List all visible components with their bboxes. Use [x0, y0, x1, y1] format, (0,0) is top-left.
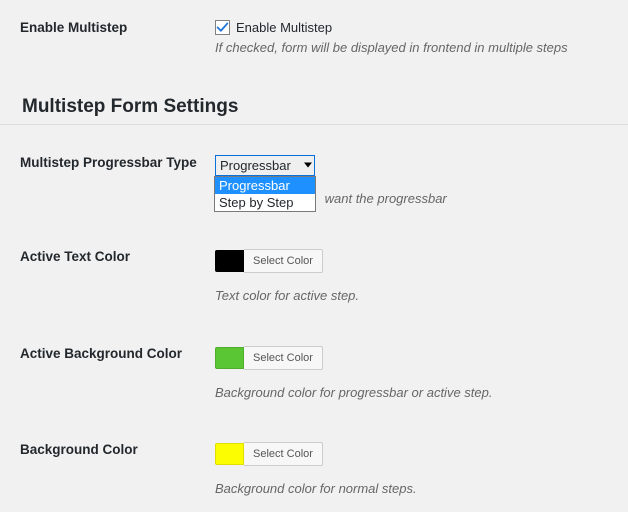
row-label-enable: Enable Multistep	[0, 0, 215, 78]
row-label-active-bg: Active Background Color	[0, 326, 215, 423]
bg-color-field: Select Color	[215, 442, 618, 466]
active-text-desc: Text color for active step.	[215, 287, 618, 306]
progressbar-option-progressbar[interactable]: Progressbar	[215, 177, 315, 194]
chevron-down-icon	[304, 163, 312, 168]
section-rule	[0, 124, 628, 125]
row-progressbar-type: Multistep Progressbar Type Progressbar P…	[0, 135, 628, 229]
check-icon	[216, 21, 229, 34]
progressbar-type-select[interactable]: Progressbar	[215, 155, 315, 176]
enable-multistep-checkbox[interactable]	[215, 20, 230, 35]
settings-table: Enable Multistep Enable Multistep If che…	[0, 0, 628, 78]
section-title: Multistep Form Settings	[22, 96, 628, 118]
row-bg-color: Background Color Select Color Background…	[0, 422, 628, 512]
active-bg-select-color-button[interactable]: Select Color	[244, 346, 323, 370]
active-text-select-color-button[interactable]: Select Color	[244, 249, 323, 273]
enable-multistep-label: Enable Multistep	[236, 20, 332, 35]
row-label-bg: Background Color	[0, 422, 215, 512]
progressbar-select-wrap: Progressbar Progressbar Step by Step	[215, 155, 315, 176]
active-text-swatch[interactable]	[215, 250, 244, 272]
row-enable-multistep: Enable Multistep Enable Multistep If che…	[0, 0, 628, 78]
bg-select-color-button[interactable]: Select Color	[244, 442, 323, 466]
enable-multistep-desc: If checked, form will be displayed in fr…	[215, 39, 618, 58]
row-active-bg-color: Active Background Color Select Color Bac…	[0, 326, 628, 423]
enable-multistep-field: Enable Multistep	[215, 20, 618, 35]
row-label-active-text: Active Text Color	[0, 229, 215, 326]
progressbar-option-stepbystep[interactable]: Step by Step	[215, 194, 315, 211]
bg-swatch[interactable]	[215, 443, 244, 465]
active-text-color-field: Select Color	[215, 249, 618, 273]
bg-desc: Background color for normal steps.	[215, 480, 618, 499]
active-bg-swatch[interactable]	[215, 347, 244, 369]
row-label-progressbar: Multistep Progressbar Type	[0, 135, 215, 229]
progressbar-selected-value: Progressbar	[220, 158, 291, 173]
active-bg-color-field: Select Color	[215, 346, 618, 370]
multistep-settings-table: Multistep Progressbar Type Progressbar P…	[0, 135, 628, 512]
progressbar-desc-suffix: want the progressbar	[325, 191, 447, 206]
active-bg-desc: Background color for progressbar or acti…	[215, 384, 618, 403]
row-active-text-color: Active Text Color Select Color Text colo…	[0, 229, 628, 326]
progressbar-dropdown: Progressbar Step by Step	[214, 176, 316, 212]
